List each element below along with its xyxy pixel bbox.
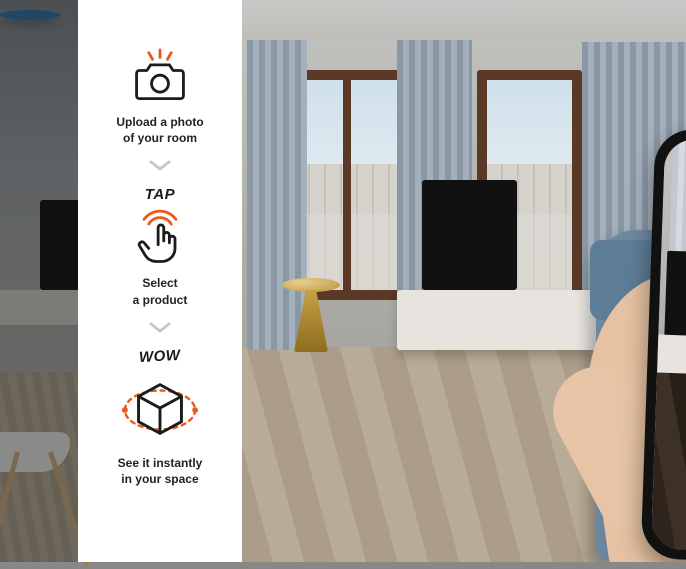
- phone-screen-ar-preview: [651, 139, 686, 556]
- step-select-label: Select a product: [133, 275, 188, 307]
- chevron-down-icon: [149, 322, 171, 334]
- ar-cube-icon: [121, 371, 199, 449]
- camera-icon: [130, 48, 190, 108]
- tap-badge: TAP: [145, 186, 175, 203]
- step-select: TAP Select a product: [130, 186, 190, 307]
- wow-badge: WOW: [139, 347, 181, 366]
- room-photo-main: [242, 0, 686, 562]
- step-see-label: See it instantly in your space: [118, 455, 203, 487]
- tap-hand-icon: [130, 209, 190, 269]
- phone-mockup: [641, 128, 686, 562]
- chevron-down-icon: [149, 160, 171, 172]
- steps-panel: Upload a photo of your room TAP: [78, 0, 242, 562]
- dim-overlay: [0, 0, 78, 562]
- step-see: WOW See it instantly in your space: [118, 348, 203, 487]
- hand-holding-phone: [572, 152, 686, 562]
- step-upload-label: Upload a photo of your room: [116, 114, 203, 146]
- step-upload: Upload a photo of your room: [116, 48, 203, 146]
- ar-visualizer-promo: Upload a photo of your room TAP: [0, 0, 686, 562]
